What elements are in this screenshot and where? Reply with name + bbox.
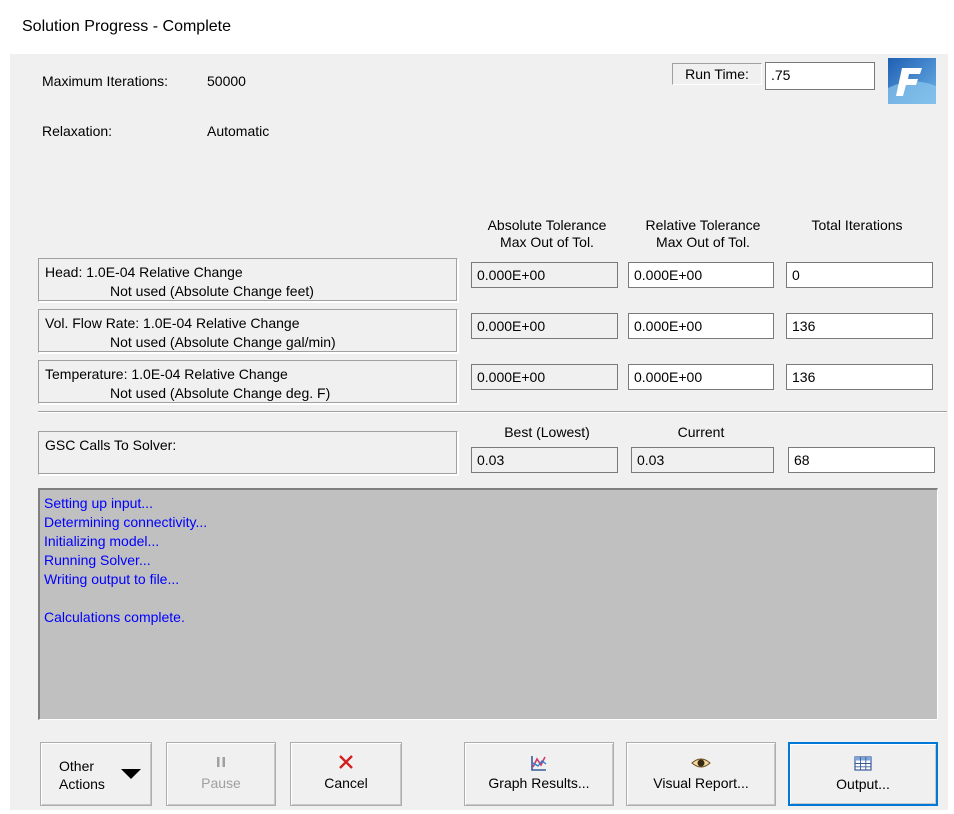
log-line: Writing output to file...	[44, 571, 180, 587]
temperature-tolerance-line1: Temperature: 1.0E-04 Relative Change	[45, 366, 288, 382]
flow-tolerance-line2: Not used (Absolute Change gal/min)	[110, 334, 336, 350]
abs-tol-header-line2: Max Out of Tol.	[500, 234, 594, 250]
rel-tol-header-line2: Max Out of Tol.	[656, 234, 750, 250]
graph-results-label: Graph Results...	[488, 775, 590, 791]
graph-icon	[531, 756, 547, 771]
current-header: Current	[677, 424, 725, 440]
temperature-abs-tol-field[interactable]: 0.000E+00	[471, 364, 618, 390]
log-line: Determining connectivity...	[44, 514, 208, 530]
run-time-label: Run Time:	[672, 63, 762, 85]
dropdown-caret-icon	[121, 769, 141, 779]
rel-tol-header: Relative Tolerance Max Out of Tol.	[628, 217, 778, 251]
total-iter-header: Total Iterations	[811, 217, 903, 233]
gsc-calls-label: GSC Calls To Solver:	[45, 437, 177, 453]
gsc-current-field[interactable]: 0.03	[631, 447, 774, 473]
max-iterations-value: 50000	[207, 73, 246, 89]
temperature-total-iter-field[interactable]: 136	[786, 364, 933, 390]
output-label: Output...	[836, 776, 890, 792]
visual-report-button[interactable]: Visual Report...	[626, 742, 776, 806]
gsc-calls-field[interactable]: 68	[788, 447, 935, 473]
log-line: Running Solver...	[44, 552, 151, 568]
cancel-x-icon	[339, 755, 353, 769]
temperature-tolerance-line2: Not used (Absolute Change deg. F)	[110, 385, 331, 401]
pause-button[interactable]: Pause	[166, 742, 276, 806]
gsc-best-field[interactable]: 0.03	[471, 447, 618, 473]
temperature-rel-tol-field[interactable]: 0.000E+00	[628, 364, 774, 390]
log-line: Calculations complete.	[44, 609, 185, 625]
head-tolerance-line1: Head: 1.0E-04 Relative Change	[45, 264, 243, 280]
fathom-logo-icon	[888, 58, 936, 104]
best-lowest-header: Best (Lowest)	[504, 424, 590, 440]
dialog-body: Maximum Iterations: 50000 Relaxation: Au…	[10, 54, 948, 810]
relaxation-value: Automatic	[207, 123, 270, 139]
graph-results-button[interactable]: Graph Results...	[464, 742, 614, 806]
rel-tol-header-line1: Relative Tolerance	[645, 217, 761, 233]
flow-abs-tol-field[interactable]: 0.000E+00	[471, 313, 618, 339]
pause-icon	[217, 757, 225, 767]
output-button[interactable]: Output...	[788, 742, 938, 806]
other-actions-line2: Actions	[59, 776, 105, 792]
head-rel-tol-field[interactable]: 0.000E+00	[628, 262, 774, 288]
separator	[38, 411, 947, 413]
other-actions-line1: Other	[59, 758, 95, 774]
head-tolerance-line2: Not used (Absolute Change feet)	[110, 283, 314, 299]
relaxation-label: Relaxation:	[42, 123, 113, 139]
max-iterations-label: Maximum Iterations:	[42, 73, 169, 89]
log-line: Initializing model...	[44, 533, 160, 549]
abs-tol-header: Absolute Tolerance Max Out of Tol.	[472, 217, 622, 251]
head-total-iter-field[interactable]: 0	[786, 262, 933, 288]
title-bar: Solution Progress - Complete	[0, 0, 954, 54]
other-actions-label: Other Actions	[59, 757, 105, 793]
flow-tolerance-line1: Vol. Flow Rate: 1.0E-04 Relative Change	[45, 315, 300, 331]
run-time-field[interactable]: .75	[765, 62, 875, 90]
log-line: Setting up input...	[44, 495, 153, 511]
other-actions-button[interactable]: Other Actions	[40, 742, 152, 806]
progress-log[interactable]: Setting up input... Determining connecti…	[38, 488, 938, 720]
eye-icon	[691, 758, 711, 768]
visual-report-label: Visual Report...	[653, 775, 749, 791]
window-title: Solution Progress - Complete	[22, 18, 231, 35]
abs-tol-header-line1: Absolute Tolerance	[487, 217, 607, 233]
table-icon	[854, 756, 872, 771]
pause-label: Pause	[201, 775, 241, 791]
cancel-label: Cancel	[324, 775, 368, 791]
cancel-button[interactable]: Cancel	[290, 742, 402, 806]
flow-rel-tol-field[interactable]: 0.000E+00	[628, 313, 774, 339]
head-abs-tol-field[interactable]: 0.000E+00	[471, 262, 618, 288]
flow-total-iter-field[interactable]: 136	[786, 313, 933, 339]
